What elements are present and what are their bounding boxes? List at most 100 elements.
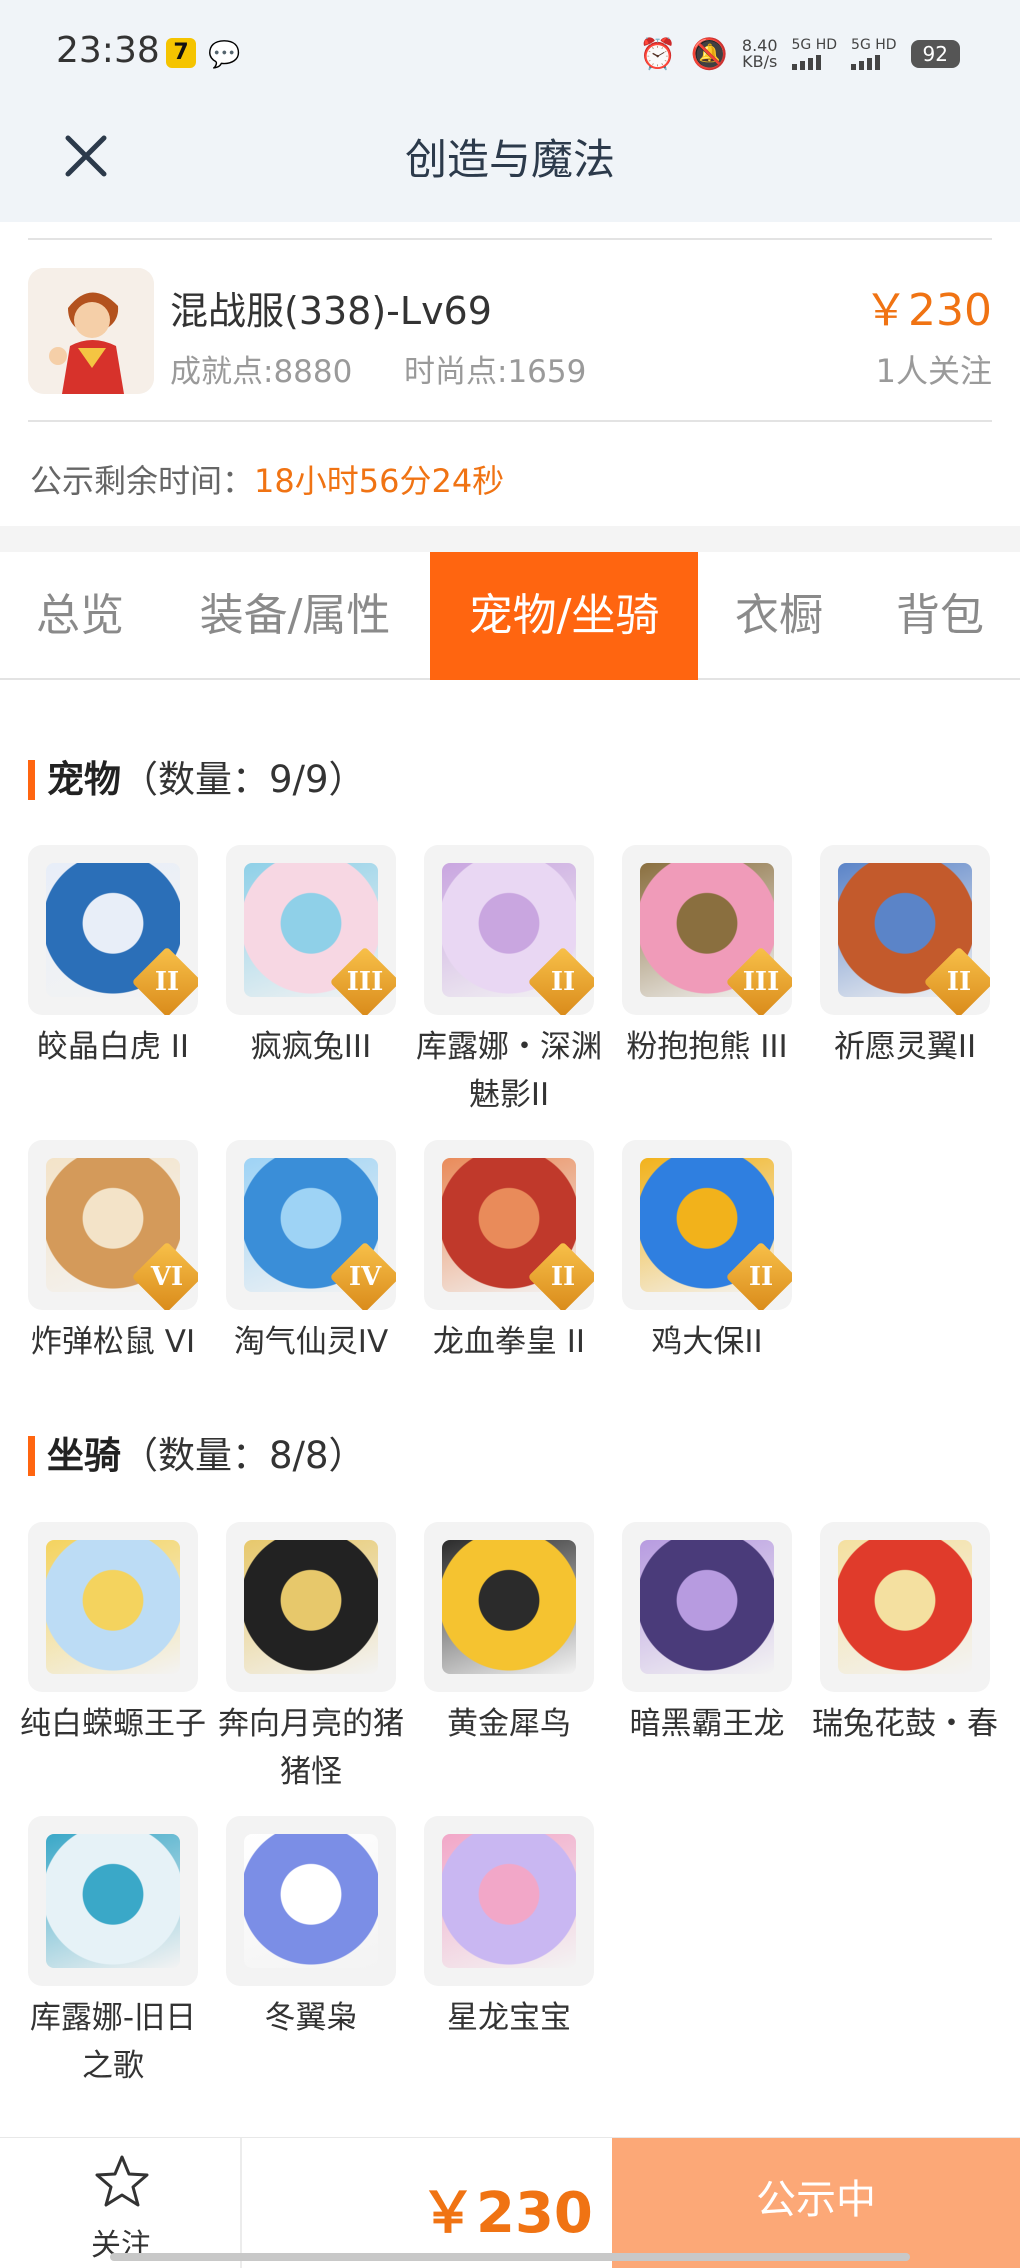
- tier-label: II: [748, 1262, 774, 1292]
- pet-tile[interactable]: II: [622, 1140, 792, 1310]
- status-time: 23:38: [56, 30, 160, 71]
- winter-owl-icon: [244, 1834, 378, 1968]
- signal-2: 5G HD: [851, 38, 897, 70]
- mount-tile[interactable]: [28, 1816, 198, 1986]
- listing-price: ￥230: [864, 285, 992, 336]
- tier-badge: III: [725, 946, 792, 1015]
- tier-label: VI: [150, 1262, 184, 1292]
- pet-name: 炸弹松鼠 VI: [30, 1324, 196, 1360]
- mount-name: 纯白蝾螈王子: [20, 1706, 206, 1742]
- mount-tile[interactable]: [28, 1522, 198, 1692]
- signal-bars-icon: [791, 52, 838, 70]
- page-title: 创造与魔法: [404, 135, 615, 184]
- kuluna-song-icon: [46, 1834, 180, 1968]
- pet-name: 鸡大保II: [651, 1324, 763, 1360]
- tier-label: III: [346, 967, 384, 997]
- fashion-points: 时尚点:1659: [404, 354, 587, 390]
- follower-count: 1人关注: [875, 352, 992, 390]
- mount-name: 瑞兔花鼓・春: [812, 1706, 998, 1742]
- pet-tile[interactable]: III: [226, 845, 396, 1015]
- app-notification-icon: 7: [166, 38, 196, 68]
- notice-countdown: 18小时56分24秒: [254, 462, 505, 500]
- network-speed: 8.40 KB/s: [741, 36, 778, 71]
- pet-name: 皎晶白虎 II: [36, 1029, 190, 1065]
- divider: [28, 238, 992, 240]
- signal-bars-icon: [851, 52, 897, 70]
- tab-bar: 总览 装备/属性 宠物/坐骑 衣橱 背包: [0, 552, 1020, 680]
- alarm-icon: ⏰: [639, 36, 677, 72]
- moon-pig-icon: [244, 1540, 378, 1674]
- tier-label: III: [742, 967, 780, 997]
- tier-badge: II: [131, 946, 198, 1015]
- home-indicator: [110, 2253, 910, 2261]
- tab-wardrobe[interactable]: 衣橱: [698, 552, 860, 680]
- status-icons: ⏰ 🔕 8.40 KB/s 5G HD 5G HD 92: [639, 34, 960, 74]
- tier-badge: VI: [131, 1241, 198, 1310]
- tab-equipment[interactable]: 装备/属性: [160, 552, 430, 680]
- notice-label: 公示剩余时间：: [30, 462, 255, 500]
- mounts-section-title: 坐骑（数量：8/8）: [28, 1436, 366, 1476]
- wechat-icon: 💬: [208, 40, 241, 70]
- character-avatar: [28, 268, 154, 394]
- star-icon: [95, 2155, 149, 2207]
- star-dragon-icon: [442, 1834, 576, 1968]
- pet-tile[interactable]: IV: [226, 1140, 396, 1310]
- pets-section-title: 宠物（数量：9/9）: [28, 760, 366, 800]
- follow-button[interactable]: 关注: [0, 2138, 242, 2268]
- pet-tile[interactable]: II: [424, 845, 594, 1015]
- white-axolotl-icon: [46, 1540, 180, 1674]
- mount-name: 星龙宝宝: [447, 2000, 571, 2036]
- pet-tile[interactable]: II: [820, 845, 990, 1015]
- mute-icon: 🔕: [690, 36, 728, 72]
- nav-bar: 创造与魔法: [0, 110, 1020, 222]
- character-name: 混战服(338)-Lv69: [170, 289, 492, 333]
- public-notice-button[interactable]: 公示中: [612, 2138, 1020, 2268]
- character-portrait-icon: [28, 268, 154, 394]
- mount-name: 奔向月亮的猪猪怪: [218, 1706, 404, 1790]
- bottom-action-bar: 关注 ￥230 公示中: [0, 2137, 1020, 2268]
- mount-name: 黄金犀鸟: [447, 1706, 571, 1742]
- pet-name: 库露娜・深渊魅影II: [416, 1029, 602, 1113]
- tier-label: II: [550, 967, 576, 997]
- pet-name: 疯疯兔III: [250, 1029, 372, 1065]
- battery-icon: 92: [910, 40, 960, 68]
- pet-tile[interactable]: VI: [28, 1140, 198, 1310]
- mount-tile[interactable]: [424, 1522, 594, 1692]
- mount-tile[interactable]: [820, 1522, 990, 1692]
- pet-name: 龙血拳皇 II: [432, 1324, 586, 1360]
- mount-tile[interactable]: [424, 1816, 594, 1986]
- bottom-price: ￥230: [420, 2181, 593, 2246]
- section-gap: [0, 526, 1020, 552]
- tier-label: IV: [348, 1262, 382, 1292]
- mount-tile[interactable]: [622, 1522, 792, 1692]
- mount-name: 库露娜-旧日之歌: [29, 2000, 197, 2084]
- mount-tile[interactable]: [226, 1522, 396, 1692]
- pet-name: 祈愿灵翼II: [833, 1029, 977, 1065]
- divider: [28, 420, 992, 422]
- achievement-points: 成就点:8880: [170, 354, 353, 390]
- rabbit-drum-icon: [838, 1540, 972, 1674]
- status-bar: 23:38 7 💬 ⏰ 🔕 8.40 KB/s 5G HD 5G HD 92: [0, 0, 1020, 110]
- pet-tile[interactable]: III: [622, 845, 792, 1015]
- mount-name: 暗黑霸王龙: [629, 1706, 785, 1742]
- tier-badge: III: [329, 946, 396, 1015]
- tier-badge: II: [527, 946, 594, 1015]
- signal-1: 5G HD: [791, 38, 838, 70]
- tier-badge: II: [725, 1241, 792, 1310]
- notice-remaining: 公示剩余时间：18小时56分24秒: [30, 456, 504, 502]
- pet-tile[interactable]: II: [28, 845, 198, 1015]
- tier-badge: IV: [329, 1241, 396, 1310]
- mount-name: 冬翼枭: [264, 2000, 358, 2036]
- pet-name: 淘气仙灵IV: [233, 1324, 389, 1360]
- tier-label: II: [550, 1262, 576, 1292]
- dark-trex-icon: [640, 1540, 774, 1674]
- tab-overview[interactable]: 总览: [0, 552, 160, 680]
- mount-tile[interactable]: [226, 1816, 396, 1986]
- pet-tile[interactable]: II: [424, 1140, 594, 1310]
- tab-pets-mounts[interactable]: 宠物/坐骑: [430, 552, 698, 680]
- tier-label: II: [946, 967, 972, 997]
- tier-badge: II: [923, 946, 990, 1015]
- pet-name: 粉抱抱熊 III: [626, 1029, 788, 1065]
- tab-backpack[interactable]: 背包: [860, 552, 1020, 680]
- golden-hornbill-icon: [442, 1540, 576, 1674]
